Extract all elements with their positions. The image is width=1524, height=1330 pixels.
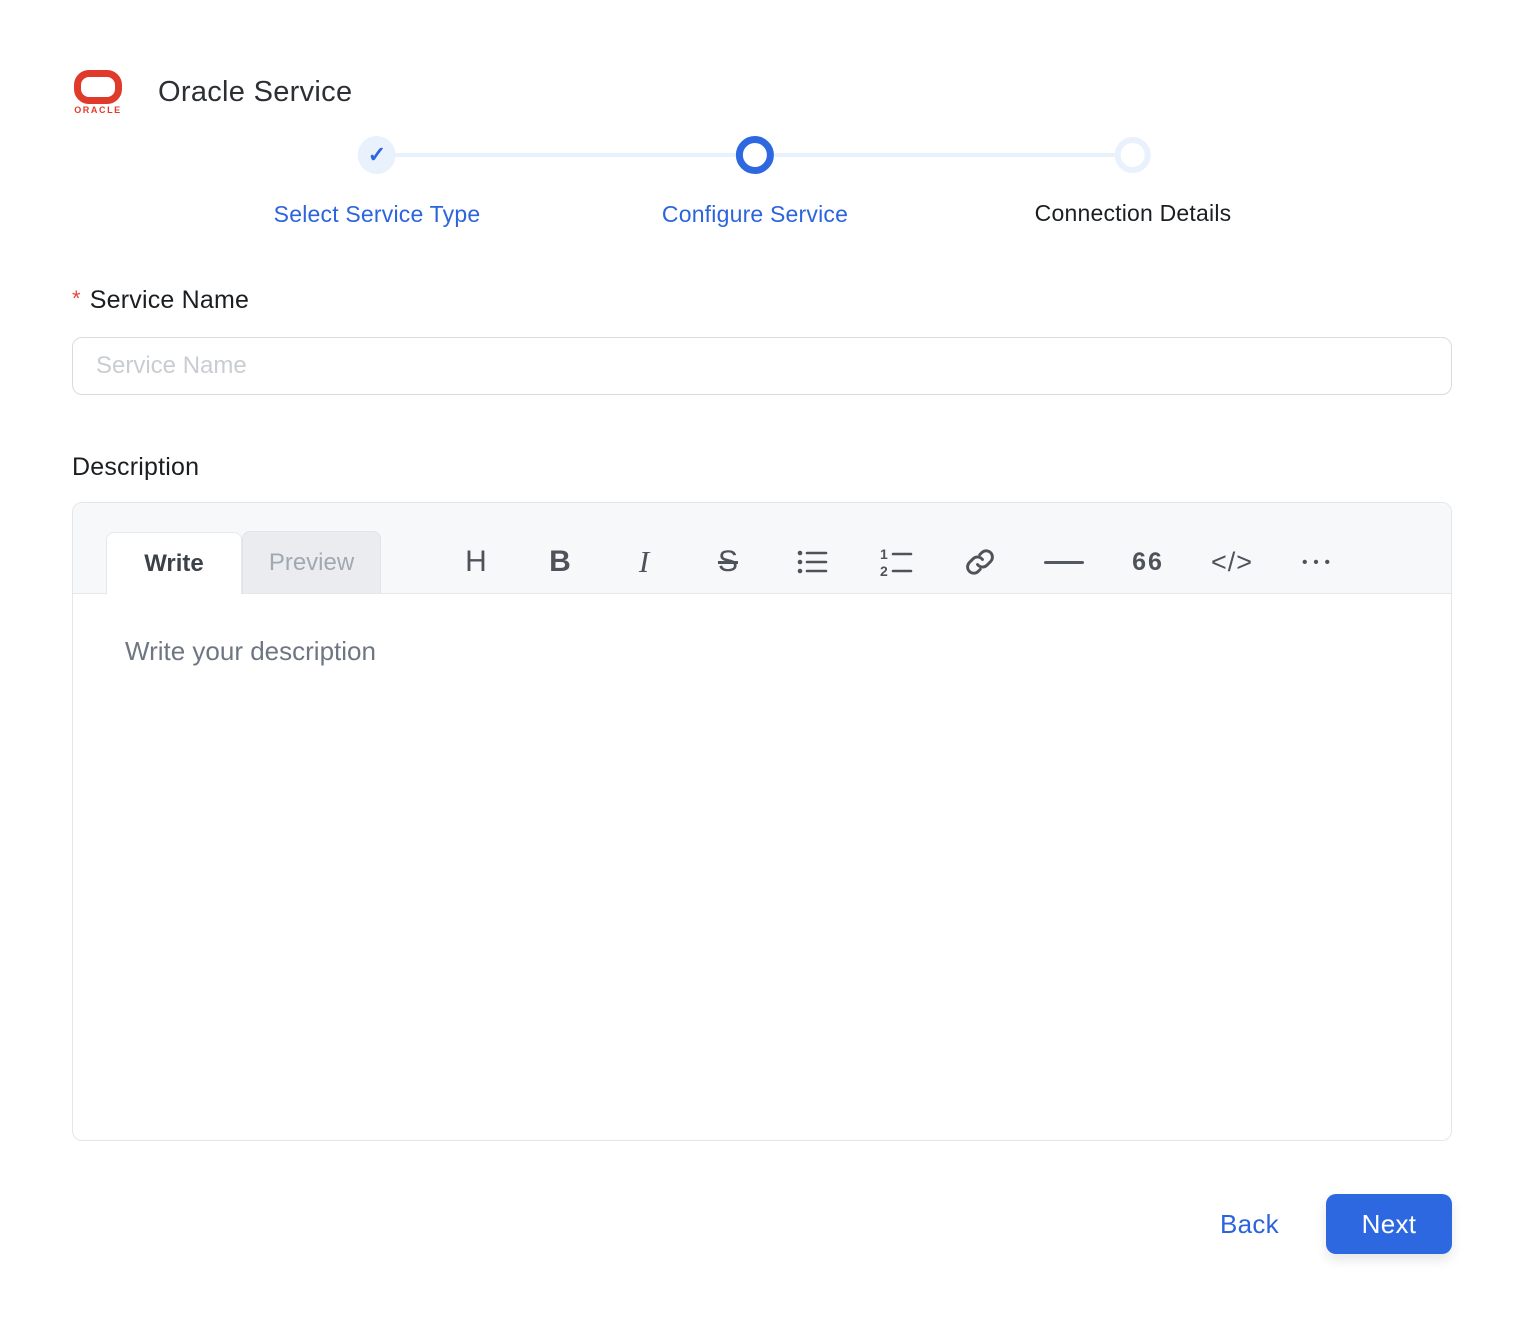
step-completed-circle[interactable]: ✓ [358, 136, 396, 174]
step-label[interactable]: Connection Details [1035, 200, 1232, 227]
back-button[interactable]: Back [1220, 1209, 1279, 1240]
horizontal-rule-icon[interactable] [1034, 531, 1094, 593]
more-icon[interactable]: ••• [1286, 531, 1346, 593]
tab-write[interactable]: Write [106, 532, 242, 594]
description-textarea[interactable] [73, 594, 1451, 1140]
editor-header: Write Preview H B I S 1 2 66 </> ••• [73, 503, 1451, 594]
quote-icon[interactable]: 66 [1118, 531, 1178, 593]
step-select-service-type[interactable]: ✓ Select Service Type [274, 136, 481, 228]
numbered-list-icon[interactable]: 1 2 [866, 531, 926, 593]
service-name-label: * Service Name [72, 286, 1452, 315]
editor-content-area [73, 594, 1451, 1140]
required-asterisk: * [72, 286, 81, 311]
oracle-logo-text: ORACLE [74, 105, 122, 115]
oracle-logo-icon: ORACLE [72, 70, 124, 115]
svg-text:2: 2 [880, 563, 888, 579]
page-title: Oracle Service [158, 76, 353, 108]
step-active-circle[interactable] [736, 136, 774, 174]
step-configure-service[interactable]: Configure Service [662, 136, 848, 228]
oracle-ring-icon [74, 70, 122, 104]
oracle-service-wizard: ORACLE Oracle Service ✓ Select Service T… [0, 0, 1524, 1330]
link-icon[interactable] [950, 531, 1010, 593]
wizard-footer: Back Next [72, 1194, 1452, 1254]
service-name-input[interactable] [72, 337, 1452, 395]
svg-text:1: 1 [880, 546, 888, 562]
bold-icon[interactable]: B [530, 531, 590, 593]
description-label: Description [72, 453, 200, 481]
service-name-label-text: Service Name [89, 286, 250, 314]
italic-icon[interactable]: I [614, 531, 674, 593]
step-label[interactable]: Configure Service [662, 201, 848, 228]
description-editor: Write Preview H B I S 1 2 66 </> ••• Wri… [72, 502, 1452, 1141]
page-header: ORACLE Oracle Service [72, 70, 1452, 115]
code-icon[interactable]: </> [1202, 531, 1262, 593]
step-connection-details[interactable]: Connection Details [1035, 136, 1232, 227]
heading-icon[interactable]: H [446, 531, 506, 593]
step-upcoming-circle[interactable] [1115, 137, 1151, 173]
strikethrough-icon[interactable]: S [698, 531, 758, 593]
tab-preview[interactable]: Preview [242, 531, 381, 593]
wizard-stepper: ✓ Select Service Type Configure Service … [72, 136, 1452, 236]
check-icon: ✓ [367, 142, 387, 167]
step-label[interactable]: Select Service Type [274, 201, 481, 228]
editor-toolbar: H B I S 1 2 66 </> ••• [446, 531, 1346, 593]
bullet-list-icon[interactable] [782, 531, 842, 593]
next-button[interactable]: Next [1326, 1194, 1452, 1254]
